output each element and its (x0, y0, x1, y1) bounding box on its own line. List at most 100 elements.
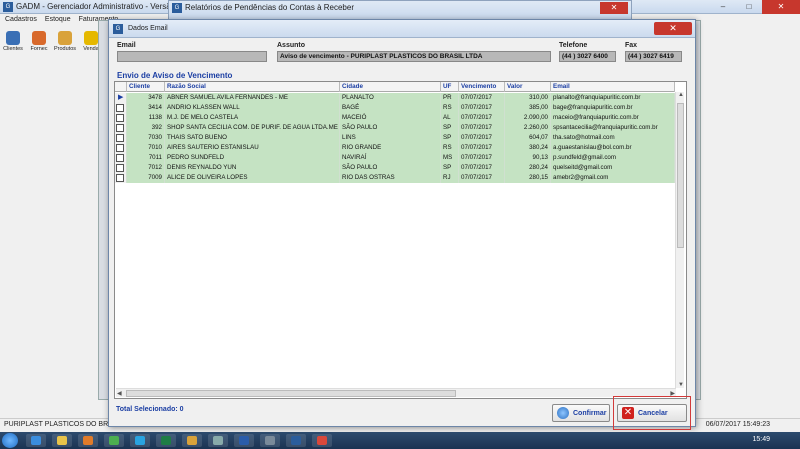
horizontal-scroll-thumb[interactable] (126, 390, 456, 397)
start-button[interactable] (2, 433, 18, 448)
col-valor[interactable]: Valor (505, 82, 551, 92)
taskbar-app[interactable] (182, 434, 202, 447)
toolbar-clientes[interactable]: Clientes (0, 28, 26, 58)
row-select-cell[interactable] (115, 173, 127, 183)
menu-estoque[interactable]: Estoque (45, 14, 71, 25)
cell-cidade: SÃO PAULO (340, 123, 441, 133)
report-window[interactable]: G Relatórios de Pendências do Contas à R… (168, 0, 632, 20)
table-row[interactable]: 392 SHOP SANTA CECILIA COM. DE PURIF. DE … (115, 123, 675, 133)
taskbar-app[interactable] (286, 434, 306, 447)
scroll-down-icon[interactable]: ▼ (678, 382, 684, 388)
subject-field[interactable]: Aviso de vencimento - PURIPLAST PLASTICO… (277, 51, 551, 62)
menu-cadastros[interactable]: Cadastros (5, 14, 37, 25)
row-checkbox[interactable] (116, 144, 124, 152)
row-select-cell[interactable] (115, 113, 127, 123)
taskbar-app[interactable] (104, 434, 124, 447)
cell-vencimento: 07/07/2017 (459, 163, 505, 173)
fax-field[interactable]: (44 ) 3027 6419 (625, 51, 682, 62)
products-icon (58, 31, 72, 45)
row-select-cell[interactable]: ▶ (115, 93, 127, 103)
toolbar-fornec[interactable]: Fornec (26, 28, 52, 58)
fax-label: Fax (625, 42, 638, 49)
vertical-scrollbar[interactable]: ▲ ▼ (675, 92, 684, 388)
row-checkbox[interactable] (116, 154, 124, 162)
subject-label: Assunto (277, 42, 305, 49)
table-row[interactable]: 7012 DENIS REYNALDO YUN SÃO PAULO SP 07/07/2… (115, 163, 675, 173)
vertical-scroll-thumb[interactable] (677, 103, 684, 248)
taskbar-app[interactable] (260, 434, 280, 447)
horizontal-scrollbar[interactable]: ◀ ▶ (116, 388, 676, 397)
row-checkbox[interactable] (116, 104, 124, 112)
cell-uf: RS (441, 103, 459, 113)
due-notices-grid[interactable]: Cliente Razão Social Cidade UF Venciment… (114, 81, 687, 399)
gadm-icon (291, 436, 301, 445)
cell-email: p.sundfeld@gmail.com (551, 153, 675, 163)
row-select-cell[interactable] (115, 153, 127, 163)
scroll-up-icon[interactable]: ▲ (678, 92, 684, 98)
minimize-button[interactable]: – (710, 0, 736, 14)
taskbar-app[interactable] (156, 434, 176, 447)
row-select-cell[interactable] (115, 103, 127, 113)
total-selected: Total Selecionado: 0 (116, 406, 184, 413)
cell-uf: AL (441, 113, 459, 123)
scroll-left-icon[interactable]: ◀ (117, 390, 122, 397)
taskbar-app[interactable] (234, 434, 254, 447)
cell-valor: 380,24 (505, 143, 551, 153)
row-select-cell[interactable] (115, 143, 127, 153)
table-row[interactable]: 7009 ALICE DE OLIVEIRA LOPES RIO DAS OSTRA… (115, 173, 675, 183)
cancel-button[interactable]: ✕ Cancelar (617, 404, 687, 422)
taskbar-app[interactable] (130, 434, 150, 447)
row-select-cell[interactable] (115, 133, 127, 143)
confirm-button[interactable]: Confirmar (552, 404, 610, 422)
close-button[interactable]: ✕ (762, 0, 800, 14)
taskbar-app[interactable] (208, 434, 228, 447)
table-row[interactable]: 3414 ANDRIO KLASSEN WALL BAGÉ RS 07/07/2017 3… (115, 103, 675, 113)
cell-email: a.guaestanislau@bol.com.br (551, 143, 675, 153)
row-checkbox[interactable] (116, 134, 124, 142)
row-checkbox[interactable] (116, 164, 124, 172)
cell-valor: 310,00 (505, 93, 551, 103)
col-razao-social[interactable]: Razão Social (165, 82, 340, 92)
dialog-close-button[interactable]: ✕ (654, 22, 692, 35)
main-window-title: GADM - Gerenciador Administrativo - Vers… (16, 2, 191, 11)
col-uf[interactable]: UF (441, 82, 459, 92)
cell-vencimento: 07/07/2017 (459, 173, 505, 183)
col-email[interactable]: Email (551, 82, 675, 92)
report-close-button[interactable]: ✕ (600, 2, 628, 14)
cell-uf: SP (441, 133, 459, 143)
table-row[interactable]: 7010 AIRES SAUTERIO ESTANISLAU RIO GRANDE R… (115, 143, 675, 153)
taskbar-app[interactable] (26, 434, 46, 447)
taskbar-app[interactable] (312, 434, 332, 447)
row-select-cell[interactable] (115, 123, 127, 133)
taskbar-app[interactable] (52, 434, 72, 447)
row-checkbox[interactable] (116, 124, 124, 132)
row-checkbox[interactable] (116, 114, 124, 122)
cell-cliente: 3478 (127, 93, 165, 103)
cell-cliente: 1138 (127, 113, 165, 123)
table-row[interactable]: 7030 THAIS SATO BUENO LINS SP 07/07/2017 604,… (115, 133, 675, 143)
maximize-button[interactable]: □ (736, 0, 762, 14)
cell-valor: 604,07 (505, 133, 551, 143)
table-row[interactable]: ▶ 3478 ABNER SAMUEL AVILA FERNANDES - ME PL… (115, 93, 675, 103)
app-icon: G (3, 2, 13, 12)
word-icon (239, 436, 249, 445)
col-cidade[interactable]: Cidade (340, 82, 441, 92)
phone-field[interactable]: (44 ) 3027 6400 (559, 51, 616, 62)
cell-valor: 280,15 (505, 173, 551, 183)
cell-razao: ANDRIO KLASSEN WALL (165, 103, 340, 113)
col-cliente[interactable]: Cliente (127, 82, 165, 92)
cell-vencimento: 07/07/2017 (459, 133, 505, 143)
table-row[interactable]: 7011 PEDRO SUNDFELD NAVIRAÍ MS 07/07/2017 90,… (115, 153, 675, 163)
col-vencimento[interactable]: Vencimento (459, 82, 505, 92)
row-select-cell[interactable] (115, 163, 127, 173)
table-row[interactable]: 1138 M.J. DE MELO CASTELA MACEIÓ AL 07/07/20… (115, 113, 675, 123)
email-field[interactable] (117, 51, 267, 62)
cell-cidade: BAGÉ (340, 103, 441, 113)
cell-cliente: 3414 (127, 103, 165, 113)
cancel-x-icon: ✕ (622, 407, 634, 419)
toolbar-produtos[interactable]: Produtos (52, 28, 78, 58)
taskbar-app[interactable] (78, 434, 98, 447)
row-checkbox[interactable] (116, 174, 124, 182)
cell-valor: 2.260,00 (505, 123, 551, 133)
cell-razao: DENIS REYNALDO YUN (165, 163, 340, 173)
